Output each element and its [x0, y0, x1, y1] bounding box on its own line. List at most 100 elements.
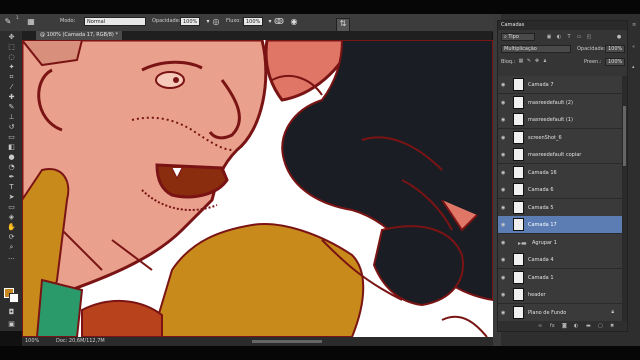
dodge-tool-icon[interactable]: ◔ [6, 163, 17, 171]
layer-row[interactable]: ◉ masreedefault (2) [498, 93, 622, 112]
stamp-tool-icon[interactable]: ⊥ [6, 113, 17, 121]
eraser-tool-icon[interactable]: ▭ [6, 133, 17, 141]
fill-field[interactable]: 100% [605, 58, 625, 66]
eye-visibility-icon[interactable]: ◉ [501, 205, 507, 211]
trash-icon[interactable]: ✖ [610, 323, 614, 329]
opacity-field[interactable]: 100% [180, 17, 200, 26]
layer-thumbnail [513, 288, 524, 301]
filter-smart-object-icon[interactable]: ◰ [586, 34, 592, 40]
layer-row[interactable]: ◉ Camada 16 [498, 163, 622, 182]
layer-thumbnail [513, 148, 524, 161]
shape-tool-icon[interactable]: ▭ [6, 203, 17, 211]
gradient-tool-icon[interactable]: ◧ [6, 143, 17, 151]
layer-row[interactable]: ◉ Camada 4 [498, 251, 622, 269]
eye-visibility-icon[interactable]: ◉ [501, 257, 507, 263]
history-brush-tool-icon[interactable]: ↺ [6, 123, 17, 131]
quick-mask-icon[interactable]: ◘ [6, 308, 17, 316]
folder-icon[interactable]: ▬ [586, 323, 591, 329]
lock-position-icon[interactable]: ✥ [534, 58, 540, 64]
hand-tool-icon[interactable]: ✋ [6, 223, 17, 231]
link-icon[interactable]: ∞ [538, 323, 542, 329]
eye-visibility-icon[interactable]: ◉ [501, 135, 507, 141]
airbrush-icon[interactable]: ↂ [274, 17, 284, 27]
layer-row[interactable]: ◉ Plano de Fundo 🔒︎ [498, 303, 622, 322]
eye-visibility-icon[interactable]: ◉ [501, 170, 507, 176]
eye-visibility-icon[interactable]: ◉ [501, 82, 507, 88]
eye-visibility-icon[interactable]: ◉ [501, 292, 507, 298]
collapse-icon[interactable]: « [632, 44, 638, 50]
screen-mode-icon[interactable]: ▣ [6, 320, 17, 328]
layer-row[interactable]: ◉ masreedefault copiar [498, 146, 622, 164]
layer-row[interactable]: ◉ Camada 5 [498, 198, 622, 217]
move-tool-icon[interactable]: ✥ [6, 33, 17, 41]
pen-tool-icon[interactable]: ✒ [6, 173, 17, 181]
mask-icon[interactable]: ◙ [562, 323, 567, 329]
blur-tool-icon[interactable]: ● [6, 153, 17, 161]
layer-row-active[interactable]: ◉ Camada 17 [498, 216, 622, 234]
layer-row[interactable]: ◉ screenShot_6 [498, 128, 622, 147]
layer-row[interactable]: ◉ Camada 6 [498, 181, 622, 199]
path-select-tool-icon[interactable]: ➤ [6, 193, 17, 201]
layer-opacity-field[interactable]: 100% [605, 45, 625, 53]
lock-transparency-icon[interactable]: ▦ [518, 58, 524, 64]
filter-type-icon[interactable]: T [566, 34, 572, 40]
layers-scrollbar[interactable] [622, 76, 627, 321]
lock-pixels-icon[interactable]: ✎ [526, 58, 532, 64]
layer-row[interactable]: ◉ header [498, 286, 622, 304]
layer-name: Camada 4 [528, 257, 554, 263]
rotate-view-tool-icon[interactable]: ⟳ [6, 233, 17, 241]
eye-visibility-icon[interactable]: ◉ [501, 310, 507, 316]
brush-panel-icon[interactable]: ▦ [26, 17, 36, 27]
quick-select-tool-icon[interactable]: ✦ [6, 63, 17, 71]
zoom-readout[interactable]: 100% [25, 337, 39, 346]
filter-shape-icon[interactable]: ▭ [576, 34, 582, 40]
layer-row[interactable]: ◉ Camada 7 [498, 76, 622, 94]
background-color-swatch[interactable] [9, 293, 19, 303]
type-tool-icon[interactable]: T [6, 183, 17, 191]
lock-all-icon[interactable]: 🔒︎ [542, 58, 548, 64]
filter-toggle-icon[interactable]: ● [616, 34, 622, 40]
eyedropper-tool-icon[interactable]: ⁄ [6, 83, 17, 91]
new-layer-icon[interactable]: ▢ [598, 323, 603, 329]
pressure-opacity-icon[interactable]: ◎ [211, 17, 221, 27]
flow-field[interactable]: 100% [243, 17, 263, 26]
eye-visibility-icon[interactable]: ◉ [501, 152, 507, 158]
fx-icon[interactable]: fx [550, 323, 555, 329]
layers-scroll-thumb[interactable] [623, 106, 626, 166]
canvas[interactable] [22, 40, 493, 337]
more-tools-icon[interactable]: … [6, 253, 17, 261]
eye-visibility-icon[interactable]: ◉ [501, 100, 507, 106]
marquee-tool-icon[interactable]: ⬚ [6, 43, 17, 51]
filter-select[interactable]: ⌕ Tipo [501, 33, 535, 41]
group-folder-icon[interactable]: ▸▬ [518, 240, 527, 247]
panel-toggle-icon[interactable]: ⇅ [336, 18, 350, 32]
eye-visibility-icon[interactable]: ◉ [501, 275, 507, 281]
blend-mode-select[interactable]: Multiplicação [501, 45, 571, 53]
document-tab[interactable]: @ 100% (Camada 17, RGB/8) * [36, 31, 122, 40]
eye-visibility-icon[interactable]: ◉ [501, 187, 507, 193]
layer-row[interactable]: ◉ masreedefault (1) [498, 111, 622, 129]
healing-tool-icon[interactable]: ✚ [6, 93, 17, 101]
layer-thumbnail [513, 253, 524, 266]
lasso-tool-icon[interactable]: ◌ [6, 53, 17, 61]
brush-preset-icon[interactable]: ✎ [3, 17, 13, 27]
adjustment-icon[interactable]: ◐ [574, 323, 578, 329]
filter-adjustment-icon[interactable]: ◐ [556, 34, 562, 40]
horizontal-scrollbar[interactable] [252, 340, 322, 343]
scroll-up-icon[interactable]: ▴ [632, 64, 638, 70]
pressure-size-icon[interactable]: ◉ [289, 17, 299, 27]
eye-visibility-icon[interactable]: ◉ [501, 222, 507, 228]
zoom-tool-icon[interactable]: ⌕ [6, 243, 17, 251]
brush-tool-icon[interactable]: ✎ [6, 103, 17, 111]
layer-row[interactable]: ◉ ▸▬ Agrupar 1 [498, 233, 622, 252]
crop-tool-icon[interactable]: ⌗ [6, 73, 17, 81]
eye-visibility-icon[interactable]: ◉ [501, 117, 507, 123]
layers-panel-title[interactable]: Camadas [501, 22, 524, 28]
panel-menu-icon[interactable]: ≡ [632, 22, 638, 28]
layer-name: header [528, 292, 546, 298]
filter-pixel-icon[interactable]: ▣ [546, 34, 552, 40]
3d-tool-icon[interactable]: ◈ [6, 213, 17, 221]
mode-select[interactable]: Normal [84, 17, 146, 26]
eye-visibility-icon[interactable]: ◉ [501, 240, 507, 246]
layer-row[interactable]: ◉ Camada 1 [498, 268, 622, 287]
